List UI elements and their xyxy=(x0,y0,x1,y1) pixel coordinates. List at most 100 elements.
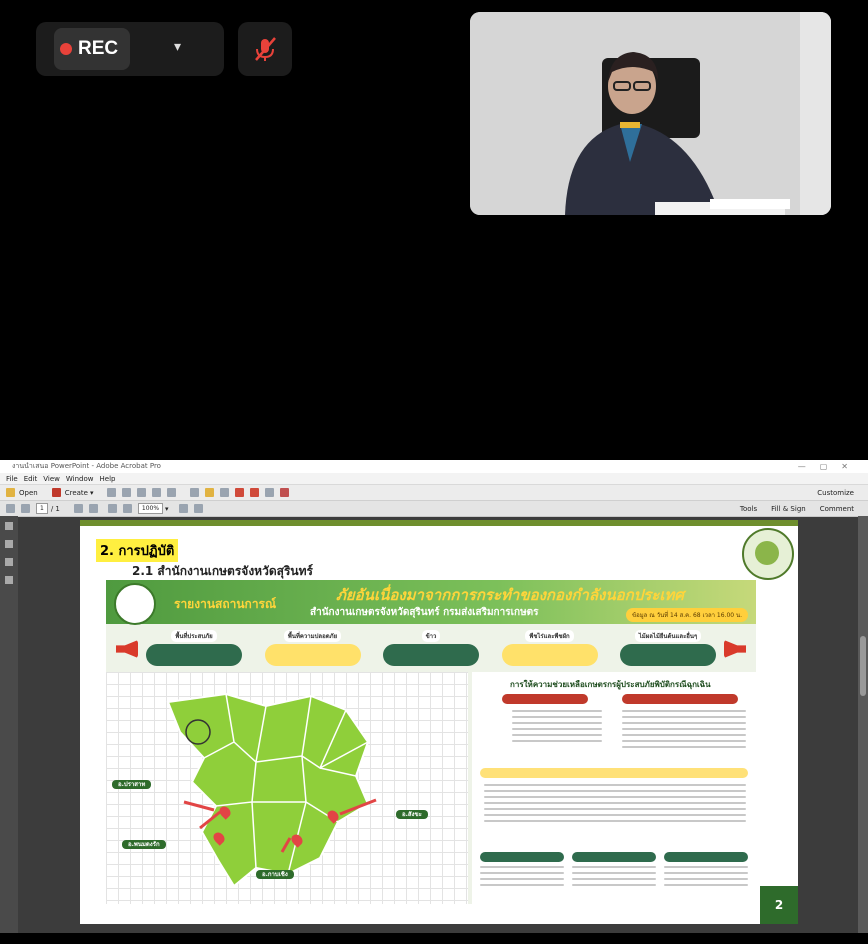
window-controls[interactable]: —▢✕ xyxy=(798,462,862,471)
tools-link[interactable]: Tools xyxy=(740,505,757,513)
infographic-banner: รายงานสถานการณ์ ภัยอันเนื่องมาจากการกระท… xyxy=(106,580,756,625)
slide-subheading: 2.1 สำนักงานเกษตรจังหวัดสุรินทร์ xyxy=(132,564,313,578)
zoom-out-icon[interactable] xyxy=(107,504,117,513)
settings-icon[interactable] xyxy=(190,488,200,497)
ministry-logo xyxy=(114,583,156,625)
bookmarks-icon[interactable] xyxy=(5,540,13,548)
save-icon[interactable] xyxy=(107,488,117,497)
right-links: Tools Fill & Sign Comment xyxy=(740,505,868,513)
assistance-pill xyxy=(622,694,738,704)
create-button[interactable]: Create xyxy=(65,489,88,497)
mail-icon[interactable] xyxy=(167,488,177,497)
stat-card: ไม้ผลไม้ยืนต้นและอื่นๆ xyxy=(620,630,716,666)
document-page: 2. การปฏิบัติ 2.1 สำนักงานเกษตรจังหวัดสุ… xyxy=(80,520,798,924)
chevron-down-icon[interactable]: ▾ xyxy=(165,505,169,513)
callout-phanom-dong-rak: อ.พนมดงรัก xyxy=(122,840,166,850)
thumbnails-icon[interactable] xyxy=(5,522,13,530)
left-rail xyxy=(0,516,18,933)
open-button[interactable]: Open xyxy=(19,489,38,497)
sign-icon[interactable] xyxy=(235,488,245,497)
rec-label: REC xyxy=(78,38,119,59)
hand-icon[interactable] xyxy=(88,504,98,513)
callout-prasat: อ.ปราสาท xyxy=(112,780,152,790)
callout-sangkha: อ.สังขะ xyxy=(396,810,428,820)
zoom-input[interactable]: 100% xyxy=(137,503,164,514)
stat-title: พื้นที่ประสบภัย xyxy=(171,630,217,642)
assistance-column xyxy=(480,852,564,900)
fit-width-icon[interactable] xyxy=(193,504,203,513)
stat-card: พืชไร่และพืชผัก xyxy=(501,630,598,666)
menu-view[interactable]: View xyxy=(43,475,60,483)
menu-edit[interactable]: Edit xyxy=(24,475,38,483)
next-page-icon[interactable] xyxy=(21,504,30,513)
assistance-text-left xyxy=(512,710,602,746)
assistance-columns xyxy=(480,852,748,900)
situation-infographic: รายงานสถานการณ์ ภัยอันเนื่องมาจากการกระท… xyxy=(106,580,756,904)
export-icon[interactable] xyxy=(250,488,260,497)
edit-icon[interactable] xyxy=(152,488,162,497)
stat-title: ไม้ผลไม้ยืนต้นและอื่นๆ xyxy=(634,630,702,642)
stamp-icon[interactable] xyxy=(220,488,230,497)
scroll-thumb[interactable] xyxy=(860,636,866,696)
menu-window[interactable]: Window xyxy=(66,475,94,483)
stat-title: พื้นที่ความปลอดภัย xyxy=(283,630,342,642)
customize-button[interactable]: Customize xyxy=(817,489,854,497)
select-cursor-icon[interactable] xyxy=(73,504,83,513)
page-number-badge: 2 xyxy=(760,886,798,924)
assistance-column xyxy=(572,852,656,900)
acrobat-window: งานนำเสนอ PowerPoint - Adobe Acrobat Pro… xyxy=(0,460,868,933)
comment-icon[interactable] xyxy=(205,488,215,497)
upload-icon[interactable] xyxy=(122,488,132,497)
stat-card: พื้นที่ประสบภัย xyxy=(146,630,242,666)
menu-file[interactable]: File xyxy=(6,475,18,483)
fill-sign-link[interactable]: Fill & Sign xyxy=(771,505,806,513)
page-total: / 1 xyxy=(50,504,60,513)
banner-left-title: รายงานสถานการณ์ xyxy=(174,597,277,611)
chevron-down-icon[interactable]: ▾ xyxy=(90,489,94,497)
print-icon[interactable] xyxy=(137,488,147,497)
callout-title: อ.กาบเชิง xyxy=(256,870,294,879)
banner-subtitle: สำนักงานเกษตรจังหวัดสุรินทร์ กรมส่งเสริม… xyxy=(310,607,539,618)
stat-body xyxy=(264,644,361,666)
recording-indicator[interactable]: REC ▾ xyxy=(36,22,224,76)
window-title: งานนำเสนอ PowerPoint - Adobe Acrobat Pro xyxy=(12,462,161,470)
assistance-text-right xyxy=(622,710,746,752)
assistance-text-middle xyxy=(484,784,746,826)
menu-bar: File Edit View Window Help xyxy=(0,473,868,485)
attachments-icon[interactable] xyxy=(5,558,13,566)
megaphone-right-icon xyxy=(724,640,746,658)
main-toolbar: Open Create ▾ Customize xyxy=(0,485,868,501)
fit-page-icon[interactable] xyxy=(178,504,188,513)
stat-card: พื้นที่ความปลอดภัย xyxy=(264,630,361,666)
mic-off-icon xyxy=(255,37,276,61)
stat-body xyxy=(620,644,716,666)
gift-icon[interactable] xyxy=(280,488,290,497)
prev-page-icon[interactable] xyxy=(6,504,15,513)
page-number-input[interactable]: 1 xyxy=(36,503,48,514)
customize-area: Customize xyxy=(817,489,868,497)
title-bar: งานนำเสนอ PowerPoint - Adobe Acrobat Pro… xyxy=(0,460,868,473)
record-dot-icon xyxy=(60,43,72,55)
assistance-panel: การให้ความช่วยเหลือเกษตรกรผู้ประสบภัยพิบ… xyxy=(472,672,756,904)
assistance-title: การให้ความช่วยเหลือเกษตรกรผู้ประสบภัยพิบ… xyxy=(510,680,711,689)
zoom-in-icon[interactable] xyxy=(122,504,132,513)
callout-title: อ.พนมดงรัก xyxy=(122,840,166,849)
share-icon[interactable] xyxy=(265,488,275,497)
vertical-scrollbar[interactable] xyxy=(858,516,868,933)
megaphone-left-icon xyxy=(116,640,138,658)
signatures-icon[interactable] xyxy=(5,576,13,584)
stat-body xyxy=(146,644,242,666)
chevron-down-icon[interactable]: ▾ xyxy=(174,39,181,55)
stat-card: ข้าว xyxy=(383,630,479,666)
assistance-column xyxy=(664,852,748,900)
folder-icon xyxy=(6,488,15,497)
callout-title: อ.ปราสาท xyxy=(112,780,152,789)
page-top-band xyxy=(80,520,798,526)
stat-body xyxy=(501,644,598,666)
callout-kap-choeng: อ.กาบเชิง xyxy=(256,870,294,880)
rec-button[interactable]: REC xyxy=(54,28,130,70)
menu-help[interactable]: Help xyxy=(100,475,116,483)
mic-muted-button[interactable] xyxy=(238,22,292,76)
province-map: อ.ปราสาท อ.พนมดงรัก อ.กาบเชิง อ.สังขะ xyxy=(106,672,468,904)
comment-link[interactable]: Comment xyxy=(820,505,854,513)
